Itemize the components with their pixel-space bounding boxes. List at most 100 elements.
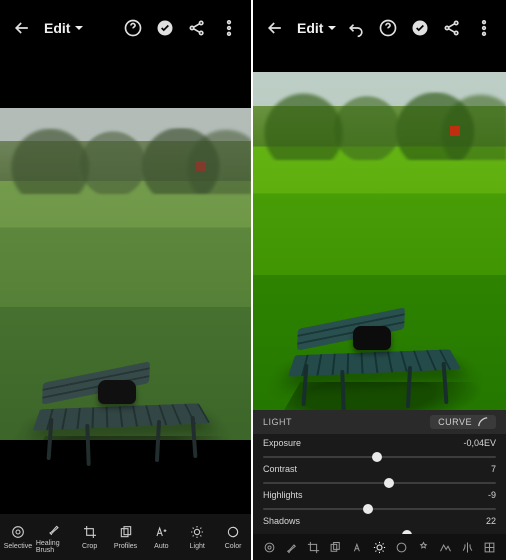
slider-knob[interactable] <box>372 452 382 462</box>
undo-button[interactable] <box>342 14 370 42</box>
dock-auto[interactable] <box>350 539 366 555</box>
edit-dock <box>253 534 506 560</box>
tool-label: Selective <box>4 543 32 550</box>
dock-optics[interactable] <box>459 539 475 555</box>
detail-icon <box>438 540 453 555</box>
tool-label: Crop <box>82 543 97 550</box>
slider-shadows[interactable]: Shadows 22 <box>263 516 496 534</box>
crop-icon <box>82 524 98 540</box>
selective-icon <box>10 524 26 540</box>
slider-label: Contrast <box>263 464 297 474</box>
light-icon <box>372 540 387 555</box>
slider-knob[interactable] <box>363 504 373 514</box>
slider-label: Highlights <box>263 490 303 500</box>
pane-after: Edit LIGHT CURVE <box>253 0 506 560</box>
slider-exposure[interactable]: Exposure -0,04EV <box>263 438 496 462</box>
slider-knob[interactable] <box>384 478 394 488</box>
dock-crop[interactable] <box>306 539 322 555</box>
light-panel-header: LIGHT CURVE <box>253 410 506 434</box>
share-button[interactable] <box>438 14 466 42</box>
distant-structure <box>196 161 206 171</box>
bag-on-bench <box>353 326 391 350</box>
accept-button[interactable] <box>151 14 179 42</box>
light-icon <box>189 524 205 540</box>
topbar-right: Edit <box>253 0 506 56</box>
dock-light[interactable] <box>371 539 387 555</box>
slider-value: 7 <box>491 464 496 474</box>
distant-structure <box>450 126 460 136</box>
effects-icon <box>416 540 431 555</box>
optics-icon <box>460 540 475 555</box>
auto-icon <box>350 540 365 555</box>
slider-value: 22 <box>486 516 496 526</box>
help-button[interactable] <box>119 14 147 42</box>
healing-brush-icon <box>284 540 299 555</box>
curve-label: CURVE <box>438 417 472 427</box>
tool-label: Healing Brush <box>36 540 72 554</box>
dock-healing[interactable] <box>284 539 300 555</box>
pane-before: Edit Selective Healing Brush Crop <box>0 0 251 560</box>
selective-icon <box>262 540 277 555</box>
dock-effects[interactable] <box>415 539 431 555</box>
help-button[interactable] <box>374 14 402 42</box>
slider-contrast[interactable]: Contrast 7 <box>263 464 496 488</box>
tool-light[interactable]: Light <box>179 514 215 560</box>
color-icon <box>225 524 241 540</box>
tool-profiles[interactable]: Profiles <box>108 514 144 560</box>
edit-menu[interactable]: Edit <box>297 20 337 36</box>
slider-value: -0,04EV <box>463 438 496 448</box>
park-bench <box>38 358 206 478</box>
tool-healing-brush[interactable]: Healing Brush <box>36 514 72 560</box>
dock-detail[interactable] <box>437 539 453 555</box>
tool-label: Color <box>225 543 242 550</box>
tool-crop[interactable]: Crop <box>72 514 108 560</box>
bag-on-bench <box>98 380 136 404</box>
more-button[interactable] <box>215 14 243 42</box>
back-button[interactable] <box>261 14 289 42</box>
tool-label: Light <box>190 543 205 550</box>
auto-icon <box>153 524 169 540</box>
accept-button[interactable] <box>406 14 434 42</box>
curve-button[interactable]: CURVE <box>430 415 496 429</box>
dock-geometry[interactable] <box>481 539 497 555</box>
park-bench <box>293 304 457 420</box>
curve-icon <box>478 417 488 427</box>
topbar-left: Edit <box>0 0 251 56</box>
background-trees <box>253 92 506 160</box>
panel-title: LIGHT <box>263 417 292 427</box>
back-button[interactable] <box>8 14 36 42</box>
chevron-down-icon <box>74 23 84 33</box>
dock-color[interactable] <box>393 539 409 555</box>
tool-auto[interactable]: Auto <box>143 514 179 560</box>
light-sliders: Exposure -0,04EV Contrast 7 Highlights -9 S… <box>253 434 506 534</box>
crop-icon <box>306 540 321 555</box>
tool-selective[interactable]: Selective <box>0 514 36 560</box>
slider-track[interactable] <box>263 452 496 462</box>
edit-label: Edit <box>297 20 323 36</box>
edit-label: Edit <box>44 20 70 36</box>
color-icon <box>394 540 409 555</box>
background-trees <box>0 128 251 194</box>
profiles-icon <box>328 540 343 555</box>
healing-brush-icon <box>46 521 62 537</box>
dock-profiles[interactable] <box>328 539 344 555</box>
geometry-icon <box>482 540 497 555</box>
tool-label: Auto <box>154 543 168 550</box>
slider-highlights[interactable]: Highlights -9 <box>263 490 496 514</box>
photo-preview[interactable] <box>253 72 506 410</box>
chevron-down-icon <box>327 23 337 33</box>
more-button[interactable] <box>470 14 498 42</box>
share-button[interactable] <box>183 14 211 42</box>
dock-selective[interactable] <box>262 539 278 555</box>
tool-color[interactable]: Color <box>215 514 251 560</box>
bottom-toolstrip: Selective Healing Brush Crop Profiles Au… <box>0 514 251 560</box>
slider-value: -9 <box>488 490 496 500</box>
profiles-icon <box>118 524 134 540</box>
photo-preview[interactable] <box>0 108 251 440</box>
slider-label: Exposure <box>263 438 301 448</box>
tool-label: Profiles <box>114 543 137 550</box>
slider-label: Shadows <box>263 516 300 526</box>
edit-menu[interactable]: Edit <box>44 20 84 36</box>
slider-track[interactable] <box>263 478 496 488</box>
slider-track[interactable] <box>263 504 496 514</box>
